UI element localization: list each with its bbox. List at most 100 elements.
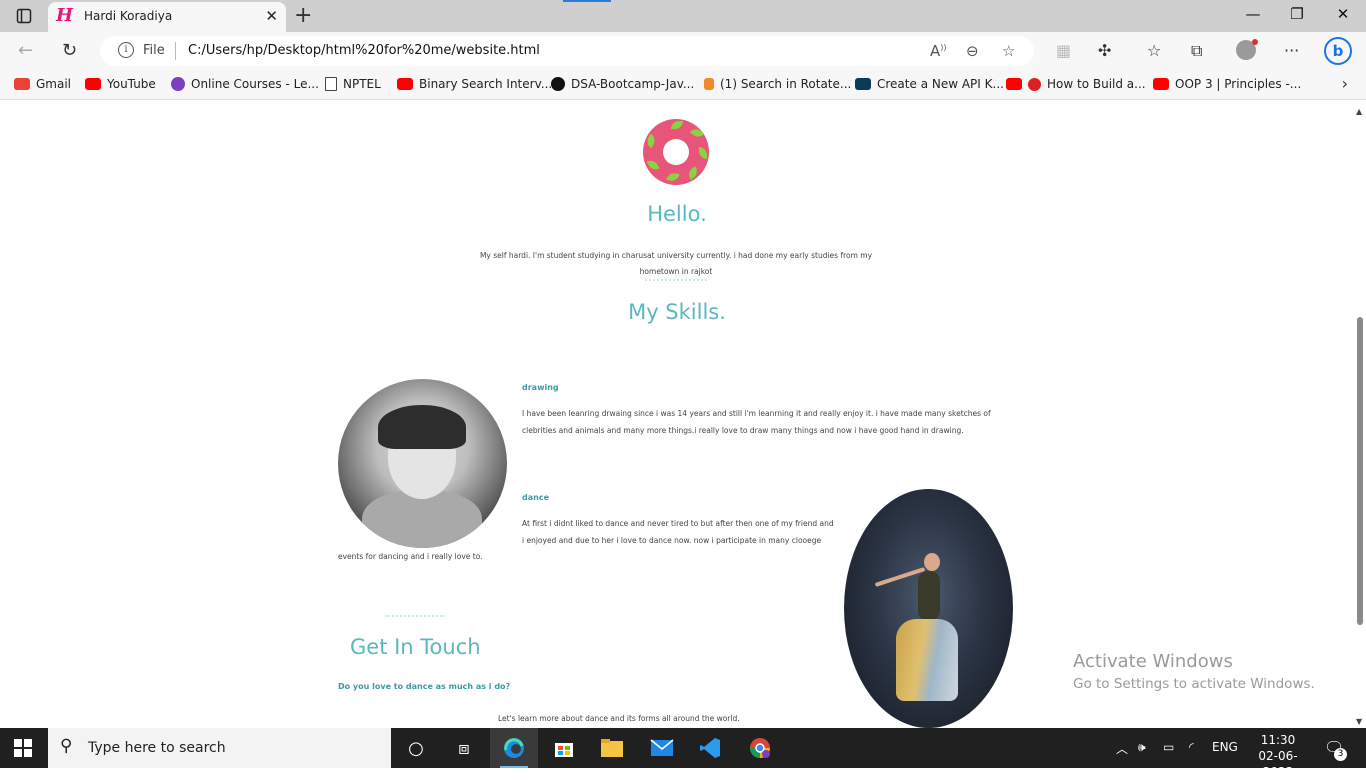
bookmark-oop3[interactable]: OOP 3 | Principles -... [1153,77,1301,91]
store-taskbar-icon[interactable] [540,728,588,768]
vscode-icon [700,738,720,758]
zoom-icon[interactable]: ⊖ [966,42,979,60]
tab-actions-button[interactable] [10,4,38,28]
activate-windows-watermark: Activate Windows Go to Settings to activ… [1073,651,1315,692]
bookmark-nptel[interactable]: NPTEL [325,77,381,91]
bookmark-how-to-build[interactable]: How to Build a... [1006,77,1146,91]
red-dot-icon [1028,77,1041,91]
skill-title-dance: dance [522,493,549,502]
drawing-hood [362,491,482,548]
skill-text-dance-tail: events for dancing and i really love to. [338,552,483,561]
github-icon [551,77,565,91]
bing-chat-icon[interactable]: b [1324,37,1352,65]
battery-icon[interactable]: ▭ [1163,740,1174,754]
leetcode-icon [704,78,714,90]
scroll-down-icon[interactable]: ▼ [1356,717,1362,726]
scroll-up-icon[interactable]: ▲ [1356,107,1362,116]
collections-icon[interactable]: ⧉ [1191,41,1202,61]
tab-favicon-icon: H [56,5,74,26]
logo-leaf [644,133,658,149]
new-tab-icon[interactable]: + [294,3,312,28]
minimize-icon[interactable]: — [1230,5,1276,23]
info-icon[interactable]: i [118,42,134,58]
bookmark-dsa-bootcamp[interactable]: DSA-Bootcamp-Jav... [551,77,694,91]
folder-icon [601,739,623,757]
mail-icon [650,739,674,756]
taskbar-search-box[interactable]: ⚲ Type here to search [48,728,391,768]
touch-question: Do you love to dance as much as i do? [338,682,511,691]
favorites-icon[interactable]: ☆ [1147,41,1161,60]
extension-disabled-icon[interactable]: ▦ [1056,41,1071,60]
intro-paragraph: My self hardi. I'm student studying in c… [479,251,873,276]
tab-actions-icon [16,8,32,24]
more-bookmarks-chevron-icon[interactable]: › [1342,74,1348,93]
url-text[interactable]: C:/Users/hp/Desktop/html%20for%20me/webs… [188,43,540,58]
restore-icon[interactable]: ❐ [1274,5,1320,23]
chrome-taskbar-icon[interactable] [736,728,784,768]
vscode-taskbar-icon[interactable] [686,728,734,768]
logo-center [663,139,689,165]
close-tab-icon[interactable]: ✕ [265,7,278,25]
logo-leaf [646,157,660,173]
logo-leaf [666,172,680,182]
loading-indicator [563,0,611,2]
dance-image [844,489,1013,728]
chrome-icon [750,738,770,758]
extensions-icon[interactable]: ✣ [1098,41,1111,60]
clock-time: 11:30 [1260,733,1296,747]
watermark-title: Activate Windows [1073,651,1233,672]
page-icon [325,77,337,91]
bookmark-online-courses[interactable]: Online Courses - Le... [171,77,319,91]
more-menu-icon[interactable]: ··· [1284,41,1299,60]
dotted-divider [385,615,445,617]
volume-icon[interactable]: 🕪 [1138,740,1146,755]
youtube-icon [85,78,101,90]
dancer-body [918,571,940,621]
hello-heading: Hello. [647,202,707,226]
skills-heading: My Skills. [628,300,726,324]
close-window-icon[interactable]: ✕ [1320,5,1366,23]
logo-leaf [671,121,683,129]
url-separator [175,42,176,60]
bookmark-binary-search[interactable]: Binary Search Interv... [397,77,552,91]
watermark-subtitle: Go to Settings to activate Windows. [1073,676,1315,692]
mail-taskbar-icon[interactable] [638,728,686,768]
youtube-icon [1006,78,1022,90]
cortana-icon[interactable]: ○ [392,728,440,768]
youtube-icon [1153,78,1169,90]
refresh-icon[interactable]: ↻ [62,40,77,61]
read-aloud-icon[interactable]: A)) [930,42,947,60]
network-icon[interactable]: ◜ [1189,740,1194,754]
add-favorite-icon[interactable]: ☆ [1002,42,1015,60]
file-explorer-taskbar-icon[interactable] [588,728,636,768]
clock-date: 02-06-2023 [1258,749,1298,779]
edge-icon [504,738,524,758]
language-indicator[interactable]: ENG [1212,740,1238,754]
dotted-divider [645,279,707,281]
show-hidden-icons-chevron-icon[interactable]: ︿ [1116,740,1128,757]
windows-start-icon[interactable] [14,739,32,757]
site-logo [643,119,709,185]
logo-leaf [689,126,705,140]
web-page: Hello. My self hardi. I'm student studyi… [0,101,1354,728]
drawing-hair [378,405,466,449]
browser-tab-active[interactable]: H Hardi Koradiya ✕ [48,2,286,32]
dancer-pants [896,619,958,701]
skill-text-dance: At first i didnt liked to dance and neve… [522,519,834,545]
scroll-thumb[interactable] [1357,317,1363,625]
task-view-icon[interactable]: ⧈ [440,728,488,768]
touch-paragraph: Let's learn more about dance and its for… [498,714,740,723]
notification-count-badge: 3 [1334,748,1347,761]
search-placeholder: Type here to search [88,740,226,756]
system-clock[interactable]: 11:30 02-06-2023 [1253,732,1303,780]
edge-taskbar-icon[interactable] [490,728,538,768]
bookmark-create-api[interactable]: Create a New API K... [855,77,1004,91]
back-icon[interactable]: ← [18,40,33,61]
page-scrollbar[interactable]: ▲ ▼ [1354,101,1366,728]
bookmark-gmail[interactable]: Gmail [14,77,71,91]
skill-title-drawing: drawing [522,383,559,392]
bookmark-youtube[interactable]: YouTube [85,77,156,91]
bookmark-search-rotated[interactable]: (1) Search in Rotate... [704,77,851,91]
tab-title: Hardi Koradiya [84,9,173,23]
address-bar[interactable]: i File C:/Users/hp/Desktop/html%20for%20… [100,36,1034,66]
